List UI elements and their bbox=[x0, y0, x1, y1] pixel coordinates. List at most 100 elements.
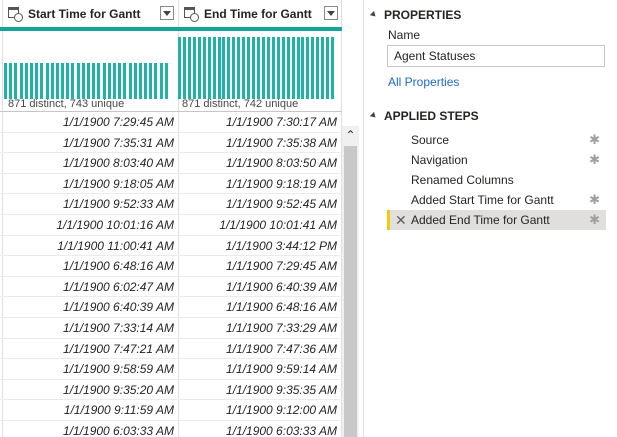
cell-end-time[interactable]: 1/1/1900 9:59:14 AM bbox=[178, 359, 337, 379]
table-row[interactable]: 1/1/1900 11:00:41 AM 1/1/1900 3:44:12 PM bbox=[0, 236, 342, 257]
table-row[interactable]: 1/1/1900 7:33:14 AM 1/1/1900 7:33:29 AM bbox=[0, 318, 342, 339]
gear-icon[interactable]: ✱ bbox=[589, 130, 600, 150]
query-name-input[interactable] bbox=[387, 45, 605, 67]
cell-start-time[interactable]: 1/1/1900 11:00:41 AM bbox=[2, 236, 174, 256]
cell-start-time[interactable]: 1/1/1900 8:03:40 AM bbox=[2, 153, 174, 173]
vertical-scrollbar[interactable]: ⌃ bbox=[342, 126, 359, 437]
applied-step-item[interactable]: Added Start Time for Gantt ✱ bbox=[387, 190, 606, 210]
table-row[interactable]: 1/1/1900 9:11:59 AM 1/1/1900 9:12:00 AM bbox=[0, 400, 342, 421]
name-label: Name bbox=[388, 28, 421, 42]
column-header-end-time[interactable]: End Time for Gantt bbox=[178, 0, 342, 27]
cell-start-time[interactable]: 1/1/1900 9:58:59 AM bbox=[2, 359, 174, 379]
histogram-bar bbox=[321, 37, 325, 99]
histogram-bar bbox=[207, 37, 211, 99]
cell-start-time[interactable]: 1/1/1900 6:40:39 AM bbox=[2, 297, 174, 317]
histogram-bar bbox=[247, 37, 251, 99]
histogram-bar bbox=[87, 63, 90, 99]
histogram-bar bbox=[296, 37, 300, 99]
cell-end-time[interactable]: 1/1/1900 9:12:00 AM bbox=[178, 400, 337, 420]
applied-step-item[interactable]: ✕ Added End Time for Gantt ✱ bbox=[387, 210, 606, 230]
applied-step-item[interactable]: Navigation ✱ bbox=[387, 150, 606, 170]
scrollbar-thumb[interactable] bbox=[344, 146, 357, 437]
histogram-bar bbox=[128, 63, 132, 99]
table-row[interactable]: 1/1/1900 9:58:59 AM 1/1/1900 9:59:14 AM bbox=[0, 359, 342, 380]
cell-end-time[interactable]: 1/1/1900 7:29:45 AM bbox=[178, 256, 337, 276]
cell-end-time[interactable]: 1/1/1900 7:35:38 AM bbox=[178, 133, 337, 153]
cell-start-time[interactable]: 1/1/1900 9:18:05 AM bbox=[2, 174, 174, 194]
table-row[interactable]: 1/1/1900 6:48:16 AM 1/1/1900 7:29:45 AM bbox=[0, 256, 342, 277]
cell-end-time[interactable]: 1/1/1900 7:47:36 AM bbox=[178, 339, 337, 359]
chevron-down-icon[interactable] bbox=[369, 111, 378, 120]
cell-start-time[interactable]: 1/1/1900 6:48:16 AM bbox=[2, 256, 174, 276]
histogram-bar bbox=[102, 63, 106, 99]
gear-icon[interactable]: ✱ bbox=[589, 210, 600, 230]
cell-end-time[interactable]: 1/1/1900 10:01:41 AM bbox=[178, 215, 337, 235]
applied-steps-section-header[interactable]: APPLIED STEPS bbox=[369, 109, 479, 123]
histogram-bar bbox=[45, 63, 49, 99]
cell-start-time[interactable]: 1/1/1900 9:35:20 AM bbox=[2, 380, 174, 400]
cell-start-time[interactable]: 1/1/1900 10:01:16 AM bbox=[2, 215, 174, 235]
column-distribution-end: 871 distinct, 742 unique bbox=[178, 31, 341, 111]
applied-step-label: Source bbox=[411, 133, 450, 147]
histogram-bar bbox=[222, 37, 226, 99]
filter-dropdown-icon[interactable] bbox=[160, 6, 174, 20]
chevron-down-icon[interactable] bbox=[369, 10, 378, 19]
cell-end-time[interactable]: 1/1/1900 6:48:16 AM bbox=[178, 297, 337, 317]
filter-dropdown-icon[interactable] bbox=[324, 6, 338, 20]
cell-end-time[interactable]: 1/1/1900 3:44:12 PM bbox=[178, 236, 337, 256]
histogram-bar bbox=[107, 63, 111, 99]
applied-step-item[interactable]: Renamed Columns bbox=[387, 170, 606, 190]
all-properties-link[interactable]: All Properties bbox=[388, 75, 459, 89]
histogram-bar bbox=[61, 63, 65, 99]
histogram-bar bbox=[217, 37, 221, 99]
table-row[interactable]: 1/1/1900 10:01:16 AM 1/1/1900 10:01:41 AM bbox=[0, 215, 342, 236]
histogram-bar bbox=[326, 37, 330, 99]
cell-start-time[interactable]: 1/1/1900 6:02:47 AM bbox=[2, 277, 174, 297]
table-row[interactable]: 1/1/1900 9:18:05 AM 1/1/1900 9:18:19 AM bbox=[0, 174, 342, 195]
gear-icon[interactable]: ✱ bbox=[589, 190, 600, 210]
cell-start-time[interactable]: 1/1/1900 7:35:31 AM bbox=[2, 133, 174, 153]
histogram-bar bbox=[81, 63, 85, 99]
cell-end-time[interactable]: 1/1/1900 6:40:39 AM bbox=[178, 277, 337, 297]
cell-end-time[interactable]: 1/1/1900 7:33:29 AM bbox=[178, 318, 337, 338]
table-row[interactable]: 1/1/1900 7:35:31 AM 1/1/1900 7:35:38 AM bbox=[0, 133, 342, 154]
table-row[interactable]: 1/1/1900 6:40:39 AM 1/1/1900 6:48:16 AM bbox=[0, 297, 342, 318]
scroll-up-icon[interactable]: ⌃ bbox=[342, 126, 359, 144]
applied-steps-list: Source ✱ Navigation ✱ Renamed Columns Added S… bbox=[387, 130, 606, 230]
calendar-clock-icon[interactable] bbox=[8, 6, 24, 22]
cell-start-time[interactable]: 1/1/1900 7:29:45 AM bbox=[2, 112, 174, 132]
histogram-bar bbox=[291, 37, 295, 99]
cell-end-time[interactable]: 1/1/1900 8:03:50 AM bbox=[178, 153, 337, 173]
histogram-bar bbox=[237, 37, 241, 99]
histogram-bar bbox=[144, 63, 148, 99]
column-header-start-time[interactable]: Start Time for Gantt bbox=[2, 0, 178, 27]
table-row[interactable]: 1/1/1900 6:02:47 AM 1/1/1900 6:40:39 AM bbox=[0, 277, 342, 298]
gear-icon[interactable]: ✱ bbox=[589, 150, 600, 170]
table-row[interactable]: 1/1/1900 9:35:20 AM 1/1/1900 9:35:35 AM bbox=[0, 380, 342, 401]
cell-start-time[interactable]: 1/1/1900 9:11:59 AM bbox=[2, 400, 174, 420]
calendar-clock-icon[interactable] bbox=[184, 6, 200, 22]
histogram-bar bbox=[182, 37, 186, 99]
table-row[interactable]: 1/1/1900 9:52:33 AM 1/1/1900 9:52:45 AM bbox=[0, 194, 342, 215]
cell-start-time[interactable]: 1/1/1900 7:47:21 AM bbox=[2, 339, 174, 359]
cell-start-time[interactable]: 1/1/1900 6:03:33 AM bbox=[2, 421, 174, 437]
histogram-bar bbox=[227, 37, 231, 99]
close-icon[interactable]: ✕ bbox=[395, 210, 407, 230]
histogram-bar bbox=[202, 37, 206, 99]
cell-start-time[interactable]: 1/1/1900 7:33:14 AM bbox=[2, 318, 174, 338]
cell-end-time[interactable]: 1/1/1900 9:35:35 AM bbox=[178, 380, 337, 400]
cell-end-time[interactable]: 1/1/1900 7:30:17 AM bbox=[178, 112, 337, 132]
cell-end-time[interactable]: 1/1/1900 9:52:45 AM bbox=[178, 194, 337, 214]
histogram-bar bbox=[123, 63, 127, 99]
properties-section-header[interactable]: PROPERTIES bbox=[369, 8, 461, 22]
histogram-bar bbox=[301, 37, 305, 99]
cell-end-time[interactable]: 1/1/1900 9:18:19 AM bbox=[178, 174, 337, 194]
applied-step-item[interactable]: Source ✱ bbox=[387, 130, 606, 150]
table-row[interactable]: 1/1/1900 8:03:40 AM 1/1/1900 8:03:50 AM bbox=[0, 153, 342, 174]
cell-end-time[interactable]: 1/1/1900 6:03:33 AM bbox=[178, 421, 337, 437]
applied-step-label: Renamed Columns bbox=[411, 173, 514, 187]
table-row[interactable]: 1/1/1900 7:29:45 AM 1/1/1900 7:30:17 AM bbox=[0, 112, 342, 133]
table-row[interactable]: 1/1/1900 6:03:33 AM 1/1/1900 6:03:33 AM bbox=[0, 421, 342, 437]
table-row[interactable]: 1/1/1900 7:47:21 AM 1/1/1900 7:47:36 AM bbox=[0, 339, 342, 360]
cell-start-time[interactable]: 1/1/1900 9:52:33 AM bbox=[2, 194, 174, 214]
